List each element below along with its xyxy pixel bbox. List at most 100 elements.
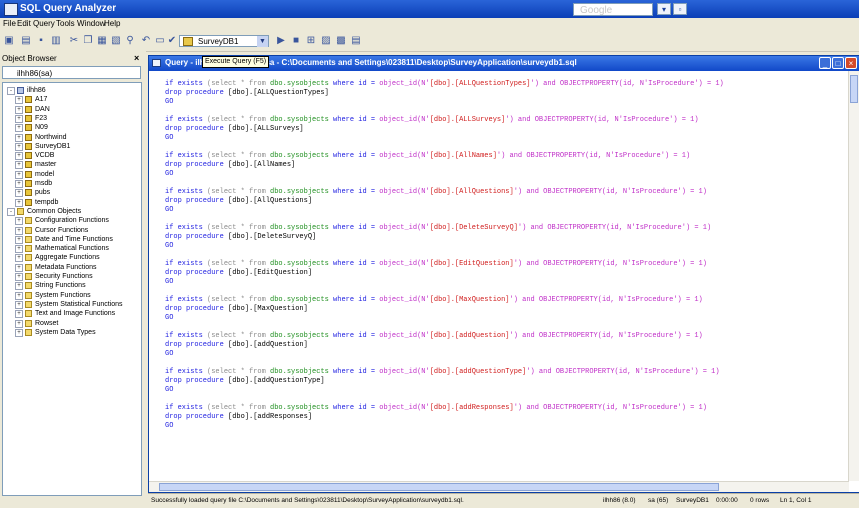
expand-icon[interactable]: + <box>15 254 23 263</box>
collapse-icon[interactable]: - <box>7 87 15 95</box>
menu-file[interactable]: File <box>3 19 16 28</box>
parse-query-icon[interactable]: ✔ <box>166 35 178 47</box>
code-token: and OBJECTPROPERTY(id, N'IsProcedure') =… <box>526 404 707 412</box>
code-token: where id = <box>333 404 380 412</box>
expand-icon[interactable]: + <box>15 226 23 235</box>
expand-icon[interactable]: + <box>15 96 23 105</box>
expand-icon[interactable]: + <box>15 180 23 188</box>
undo-icon[interactable]: ↶ <box>140 35 152 47</box>
cut-icon[interactable]: ✂ <box>68 35 80 47</box>
copy-icon[interactable]: ❐ <box>82 35 94 47</box>
expand-icon[interactable]: + <box>15 282 23 291</box>
estimated-plan-icon[interactable]: ⊞ <box>305 35 317 47</box>
database-icon <box>25 114 32 122</box>
expand-icon[interactable]: + <box>15 152 23 161</box>
insert-template-icon[interactable]: ▥ <box>50 35 62 47</box>
expand-icon[interactable]: + <box>15 105 23 114</box>
expand-icon[interactable]: + <box>15 328 23 337</box>
menu-edit[interactable]: Edit <box>17 19 31 28</box>
clear-icon[interactable]: ▧ <box>110 35 122 47</box>
vertical-scrollbar[interactable] <box>848 71 859 481</box>
expand-icon[interactable]: + <box>15 263 23 272</box>
code-token: ') <box>509 296 523 304</box>
cancel-query-icon[interactable]: ■ <box>290 35 302 47</box>
expand-icon[interactable]: + <box>15 198 23 207</box>
code-token: (select * from <box>207 368 271 376</box>
tree-node-label: model <box>35 170 55 178</box>
new-query-icon[interactable]: ▣ <box>3 35 15 47</box>
expand-icon[interactable]: + <box>15 235 23 244</box>
expand-icon[interactable]: + <box>15 133 23 142</box>
code-token: if exists <box>165 116 208 124</box>
code-token: GO <box>165 206 174 214</box>
horizontal-scrollbar[interactable] <box>149 481 849 492</box>
server-select[interactable]: ilhh86(sa) <box>2 66 141 79</box>
minimize-icon[interactable]: _ <box>819 57 831 69</box>
expand-icon[interactable]: + <box>15 114 23 123</box>
paste-icon[interactable]: ▦ <box>96 35 108 47</box>
close-icon[interactable]: × <box>134 53 139 63</box>
status-server: ilhh86 (8.0) <box>603 497 636 504</box>
code-token: drop procedure <box>165 413 229 421</box>
expand-icon[interactable]: + <box>15 310 23 319</box>
code-token: (select * from <box>207 224 271 232</box>
query-icon <box>152 59 161 67</box>
code-token: drop procedure <box>165 377 229 385</box>
folder-icon <box>25 226 32 234</box>
horizontal-scroll-thumb[interactable] <box>159 483 719 491</box>
execute-query-icon[interactable]: ▶ <box>275 35 287 47</box>
code-line: GO <box>165 278 173 287</box>
menu-tools[interactable]: Tools <box>56 19 75 28</box>
object-browser-icon[interactable]: ▨ <box>320 35 332 47</box>
maximize-icon[interactable]: □ <box>832 57 844 69</box>
code-token: dbo.sysobjects <box>270 260 334 268</box>
google-go-button[interactable]: ▾ <box>657 3 671 15</box>
code-line: if exists (select * from dbo.sysobjects … <box>165 368 720 377</box>
expand-icon[interactable]: + <box>15 319 23 328</box>
expand-icon[interactable]: + <box>15 217 23 226</box>
menu-window[interactable]: Window <box>77 19 105 28</box>
code-token: ') <box>530 80 544 88</box>
code-token: where id = <box>333 188 380 196</box>
expand-icon[interactable]: + <box>15 142 23 151</box>
code-token: (select * from <box>207 188 271 196</box>
menu-help[interactable]: Help <box>104 19 120 28</box>
find-icon[interactable]: ⚲ <box>124 35 136 47</box>
object-search-icon[interactable]: ▩ <box>335 35 347 47</box>
google-options-button[interactable]: ▫ <box>673 3 687 15</box>
database-icon <box>25 124 32 132</box>
close-window-icon[interactable]: × <box>845 57 857 69</box>
folder-icon <box>25 310 32 318</box>
code-line: drop procedure [dbo].[MaxQuestion] <box>165 305 308 314</box>
collapse-icon[interactable]: - <box>7 207 15 216</box>
google-search-field[interactable]: Google <box>573 3 653 16</box>
tree-node-label: System Statistical Functions <box>35 300 123 308</box>
code-token: object_id(N' <box>379 80 430 88</box>
database-select[interactable]: SurveyDB1 ▼ <box>179 35 269 47</box>
proc-name: [dbo].[ALLQuestionTypes] <box>228 89 329 97</box>
code-token: ') <box>496 152 510 160</box>
chevron-down-icon[interactable]: ▼ <box>257 36 268 47</box>
code-editor[interactable]: if exists (select * from dbo.sysobjects … <box>161 78 847 476</box>
database-icon <box>25 189 32 197</box>
code-line: if exists (select * from dbo.sysobjects … <box>165 152 690 161</box>
expand-icon[interactable]: + <box>15 300 23 309</box>
expand-icon[interactable]: + <box>15 291 23 300</box>
menu-bar: File Edit Query Tools Window Help <box>0 18 859 31</box>
code-line: GO <box>165 98 173 107</box>
execute-mode-icon[interactable]: ▭ <box>154 35 166 47</box>
save-icon[interactable]: ▪ <box>35 35 47 47</box>
expand-icon[interactable]: + <box>15 161 23 170</box>
menu-query[interactable]: Query <box>33 19 55 28</box>
code-token: drop procedure <box>165 269 229 277</box>
expand-icon[interactable]: + <box>15 124 23 133</box>
vertical-scroll-thumb[interactable] <box>850 75 858 103</box>
expand-icon[interactable]: + <box>15 170 23 179</box>
tree-node-label: DAN <box>35 105 50 113</box>
expand-icon[interactable]: + <box>15 189 23 198</box>
expand-icon[interactable]: + <box>15 245 23 254</box>
open-file-icon[interactable]: ▤ <box>20 35 32 47</box>
expand-icon[interactable]: + <box>15 273 23 281</box>
object-tree[interactable]: - ilhh86 + A17 + DAN + F23 + N09 + Northwind + Survey… <box>2 82 142 496</box>
results-pane-icon[interactable]: ▤ <box>350 35 362 47</box>
